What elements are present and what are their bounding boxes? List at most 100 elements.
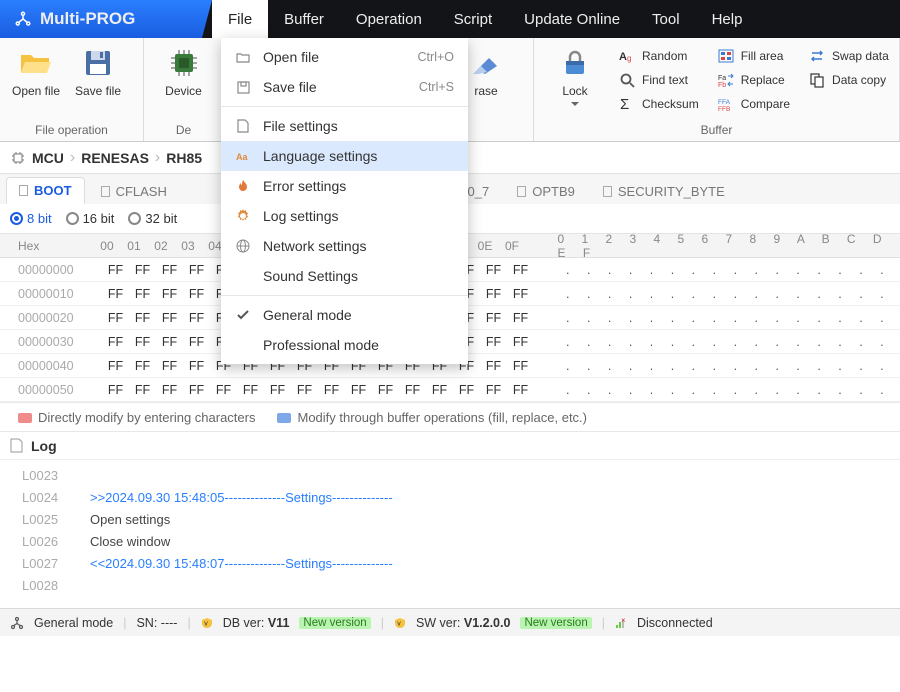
hex-byte[interactable]: FF: [372, 383, 399, 397]
hex-bytes[interactable]: FFFFFFFFFFFFFFFFFFFFFFFFFFFFFFFF: [102, 383, 534, 397]
hex-byte[interactable]: FF: [345, 383, 372, 397]
dd-log-settings[interactable]: Log settings: [221, 201, 468, 231]
hex-byte[interactable]: FF: [183, 311, 210, 325]
hex-byte[interactable]: FF: [102, 335, 129, 349]
hex-byte[interactable]: FF: [183, 287, 210, 301]
hex-byte[interactable]: FF: [129, 287, 156, 301]
crumb-mcu[interactable]: MCU: [32, 150, 64, 166]
hex-byte[interactable]: FF: [210, 383, 237, 397]
search-icon: [618, 71, 636, 89]
hex-byte[interactable]: FF: [480, 311, 507, 325]
data-copy-button[interactable]: Data copy: [804, 68, 893, 92]
log-panel[interactable]: L0023L0024>>2024.09.30 15:48:05---------…: [0, 460, 900, 608]
menu-help[interactable]: Help: [696, 0, 759, 38]
hex-byte[interactable]: FF: [102, 359, 129, 373]
hex-byte[interactable]: FF: [480, 383, 507, 397]
hex-byte[interactable]: FF: [102, 263, 129, 277]
hex-byte[interactable]: FF: [507, 311, 534, 325]
hex-byte[interactable]: FF: [156, 335, 183, 349]
hex-ascii[interactable]: . . . . . . . . . . . . . . . .: [566, 263, 891, 277]
dd-save-file[interactable]: Save fileCtrl+S: [221, 72, 468, 102]
swap-data-button[interactable]: Swap data: [804, 44, 893, 68]
hex-byte[interactable]: FF: [129, 311, 156, 325]
hex-ascii[interactable]: . . . . . . . . . . . . . . . .: [566, 335, 891, 349]
hex-byte[interactable]: FF: [480, 263, 507, 277]
crumb-renesas[interactable]: RENESAS: [81, 150, 149, 166]
hex-byte[interactable]: FF: [102, 311, 129, 325]
hex-byte[interactable]: FF: [129, 359, 156, 373]
menu-script[interactable]: Script: [438, 0, 508, 38]
fill-area-button[interactable]: Fill area: [713, 44, 794, 68]
compare-button[interactable]: FFAFFBCompare: [713, 92, 794, 116]
hex-byte[interactable]: FF: [453, 383, 480, 397]
tab-cflash[interactable]: CFLASH: [89, 179, 179, 204]
replace-button[interactable]: FaFbReplace: [713, 68, 794, 92]
save-file-button[interactable]: Save file: [68, 42, 128, 102]
dd-general-mode[interactable]: General mode: [221, 300, 468, 330]
hex-byte[interactable]: FF: [129, 263, 156, 277]
hex-byte[interactable]: FF: [291, 383, 318, 397]
hex-byte[interactable]: FF: [480, 359, 507, 373]
radio-16bit[interactable]: 16 bit: [66, 211, 115, 226]
hex-byte[interactable]: FF: [156, 311, 183, 325]
hex-byte[interactable]: FF: [183, 335, 210, 349]
tab-boot[interactable]: BOOT: [6, 177, 85, 204]
hex-byte[interactable]: FF: [183, 383, 210, 397]
dd-professional-mode[interactable]: Professional mode: [221, 330, 468, 360]
hex-byte[interactable]: FF: [507, 359, 534, 373]
hex-byte[interactable]: FF: [507, 335, 534, 349]
lock-button[interactable]: Lock: [540, 42, 610, 116]
hex-byte[interactable]: FF: [399, 383, 426, 397]
hex-byte[interactable]: FF: [183, 263, 210, 277]
log-title: Log: [31, 438, 57, 454]
chip-icon: [167, 46, 201, 80]
device-button[interactable]: Device: [150, 42, 217, 102]
hex-byte[interactable]: FF: [129, 335, 156, 349]
hex-byte[interactable]: FF: [156, 383, 183, 397]
dd-open-file[interactable]: Open fileCtrl+O: [221, 42, 468, 72]
dd-sound-settings[interactable]: Sound Settings: [221, 261, 468, 291]
hex-byte[interactable]: FF: [480, 287, 507, 301]
hex-byte[interactable]: FF: [264, 383, 291, 397]
hex-byte[interactable]: FF: [318, 383, 345, 397]
radio-8bit[interactable]: 8 bit: [10, 211, 52, 226]
tab-optb9[interactable]: OPTB9: [505, 179, 587, 204]
dd-network-settings[interactable]: Network settings: [221, 231, 468, 261]
hex-byte[interactable]: FF: [102, 383, 129, 397]
hex-row[interactable]: 00000050FFFFFFFFFFFFFFFFFFFFFFFFFFFFFFFF…: [0, 378, 900, 402]
menu-update-online[interactable]: Update Online: [508, 0, 636, 38]
dd-file-settings[interactable]: File settings: [221, 111, 468, 141]
checksum-button[interactable]: ΣChecksum: [614, 92, 703, 116]
hex-byte[interactable]: FF: [156, 359, 183, 373]
svg-text:v: v: [204, 620, 208, 627]
hex-byte[interactable]: FF: [183, 359, 210, 373]
hex-ascii[interactable]: . . . . . . . . . . . . . . . .: [566, 311, 891, 325]
tab-security-byte[interactable]: SECURITY_BYTE: [591, 179, 737, 204]
menu-file[interactable]: File: [212, 0, 268, 38]
hex-byte[interactable]: FF: [237, 383, 264, 397]
hex-byte[interactable]: FF: [156, 287, 183, 301]
hex-ascii[interactable]: . . . . . . . . . . . . . . . .: [566, 359, 891, 373]
hex-byte[interactable]: FF: [102, 287, 129, 301]
hex-ascii[interactable]: . . . . . . . . . . . . . . . .: [566, 383, 891, 397]
menu-buffer[interactable]: Buffer: [268, 0, 340, 38]
hex-byte[interactable]: FF: [129, 383, 156, 397]
find-text-button[interactable]: Find text: [614, 68, 703, 92]
hex-byte[interactable]: FF: [156, 263, 183, 277]
open-file-button[interactable]: Open file: [6, 42, 66, 102]
menu-operation[interactable]: Operation: [340, 0, 438, 38]
hex-byte[interactable]: FF: [507, 287, 534, 301]
crumb-rh85[interactable]: RH85: [166, 150, 202, 166]
radio-label: 32 bit: [145, 211, 177, 226]
hex-byte[interactable]: FF: [426, 383, 453, 397]
dd-language-settings[interactable]: AaLanguage settings: [221, 141, 468, 171]
radio-32bit[interactable]: 32 bit: [128, 211, 177, 226]
erase-button[interactable]: rase: [466, 42, 506, 102]
hex-byte[interactable]: FF: [507, 383, 534, 397]
random-button[interactable]: AgRandom: [614, 44, 703, 68]
hex-byte[interactable]: FF: [507, 263, 534, 277]
hex-byte[interactable]: FF: [480, 335, 507, 349]
dd-error-settings[interactable]: Error settings: [221, 171, 468, 201]
menu-tool[interactable]: Tool: [636, 0, 696, 38]
hex-ascii[interactable]: . . . . . . . . . . . . . . . .: [566, 287, 891, 301]
